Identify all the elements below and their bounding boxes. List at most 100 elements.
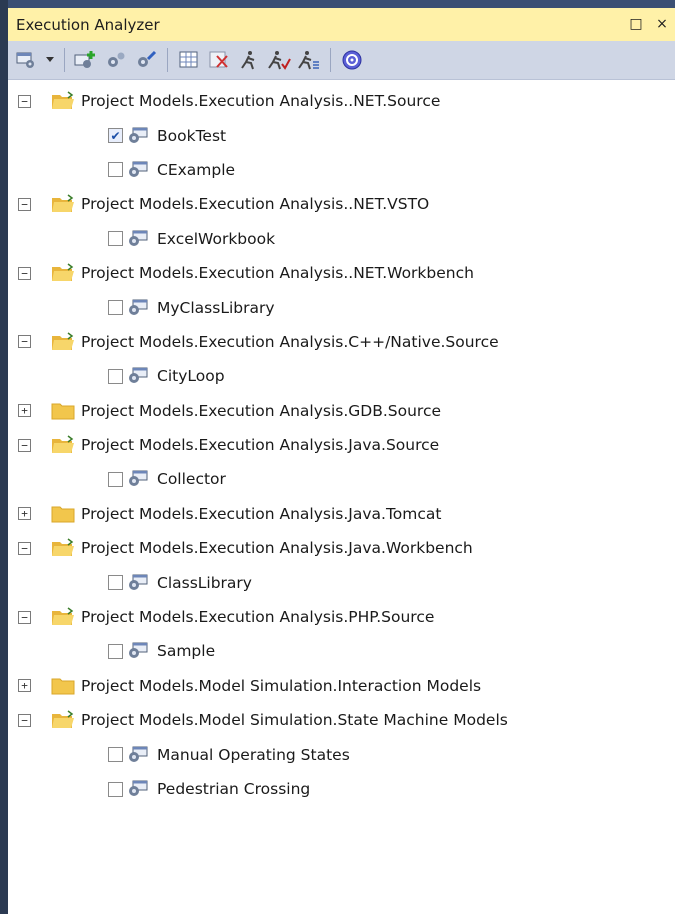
analyzer-grid-icon[interactable]	[176, 47, 202, 73]
tree-script-row[interactable]: ✔ BookTest	[8, 118, 675, 152]
script-checkbox[interactable]	[108, 300, 123, 316]
script-checkbox[interactable]	[108, 368, 123, 384]
script-checkbox[interactable]: ✔	[108, 128, 123, 144]
run-list-icon[interactable]	[296, 47, 322, 73]
tree-script-row[interactable]: Sample	[8, 634, 675, 668]
open-folder-icon	[51, 538, 75, 558]
open-folder-icon	[51, 91, 75, 111]
tree-item-label: Project Models.Execution Analysis..NET.V…	[81, 195, 430, 214]
tree-script-row[interactable]: Collector	[8, 462, 675, 496]
tree-item-label: BookTest	[157, 126, 227, 145]
panel-titlebar: Execution Analyzer □ ×	[8, 0, 675, 41]
script-checkbox[interactable]	[108, 747, 123, 763]
collapse-toggle[interactable]: −	[18, 713, 31, 727]
tree-item-label: Project Models.Execution Analysis..NET.W…	[81, 264, 474, 283]
tree-package-row[interactable]: + Project Models.Execution Analysis.GDB.S…	[8, 394, 675, 428]
tree-package-row[interactable]: − Project Models.Execution Analysis.C++/N…	[8, 325, 675, 359]
toolbar-separator	[167, 48, 168, 72]
collapse-toggle[interactable]: −	[18, 266, 31, 280]
open-folder-icon	[51, 263, 75, 283]
tree-script-row[interactable]: CExample	[8, 153, 675, 187]
tree-script-row[interactable]: ExcelWorkbook	[8, 222, 675, 256]
tree-script-row[interactable]: MyClassLibrary	[8, 290, 675, 324]
tree-item-label: Project Models.Execution Analysis.Java.T…	[81, 504, 442, 523]
analyzer-script-icon	[127, 780, 149, 798]
folder-icon	[51, 504, 75, 524]
analyzer-script-icon	[127, 642, 149, 660]
expand-toggle[interactable]: +	[18, 679, 31, 693]
collapse-toggle[interactable]: −	[18, 610, 31, 624]
open-folder-icon	[51, 332, 75, 352]
tree-package-row[interactable]: − Project Models.Execution Analysis.PHP.S…	[8, 600, 675, 634]
expand-toggle[interactable]: +	[18, 404, 31, 418]
script-checkbox[interactable]	[108, 781, 123, 797]
tree-item-label: ClassLibrary	[157, 573, 252, 592]
folder-icon	[51, 401, 75, 421]
tree-item-label: ExcelWorkbook	[157, 229, 276, 248]
collapse-toggle[interactable]: −	[18, 335, 31, 349]
analyzer-script-icon	[127, 574, 149, 592]
script-checkbox[interactable]	[108, 643, 123, 659]
open-folder-icon	[51, 435, 75, 455]
toolbar-separator	[64, 48, 65, 72]
open-folder-icon	[51, 710, 75, 730]
analyzer-script-icon	[127, 161, 149, 179]
expand-toggle[interactable]: +	[18, 507, 31, 521]
tree-item-label: CExample	[157, 160, 236, 179]
tree-script-row[interactable]: Pedestrian Crossing	[8, 772, 675, 806]
new-script-icon[interactable]	[73, 47, 99, 73]
execution-analyzer-panel: Execution Analyzer □ × − Project Models.…	[8, 0, 675, 914]
tree-package-row[interactable]: − Project Models.Execution Analysis.Java.…	[8, 428, 675, 462]
edit-script-icon[interactable]	[133, 47, 159, 73]
analyzer-script-icon	[127, 230, 149, 248]
delete-icon[interactable]	[206, 47, 232, 73]
dropdown-arrow-icon[interactable]	[44, 47, 56, 73]
tree-item-label: Collector	[157, 470, 226, 489]
collapse-toggle[interactable]: −	[18, 438, 31, 452]
tree-package-row[interactable]: − Project Models.Execution Analysis..NET.…	[8, 256, 675, 290]
tree-package-row[interactable]: − Project Models.Execution Analysis..NET.…	[8, 84, 675, 118]
analyzer-script-icon	[127, 746, 149, 764]
analyzer-script-icon	[127, 127, 149, 145]
tree-package-row[interactable]: + Project Models.Execution Analysis.Java.…	[8, 497, 675, 531]
collapse-toggle[interactable]: −	[18, 197, 31, 211]
folder-icon	[51, 676, 75, 696]
help-icon[interactable]	[339, 47, 365, 73]
tree-script-row[interactable]: ClassLibrary	[8, 565, 675, 599]
tree-item-label: Project Models.Execution Analysis.PHP.So…	[81, 608, 435, 627]
open-folder-icon	[51, 607, 75, 627]
collapse-toggle[interactable]: −	[18, 541, 31, 555]
tree-item-label: Project Models.Execution Analysis.Java.W…	[81, 539, 473, 558]
run-check-icon[interactable]	[266, 47, 292, 73]
tree-script-row[interactable]: CityLoop	[8, 359, 675, 393]
analyzer-script-icon	[127, 470, 149, 488]
tree-package-row[interactable]: − Project Models.Model Simulation.State M…	[8, 703, 675, 737]
tree-item-label: Project Models.Model Simulation.State Ma…	[81, 711, 508, 730]
script-checkbox[interactable]	[108, 471, 123, 487]
tree-package-row[interactable]: + Project Models.Model Simulation.Interac…	[8, 669, 675, 703]
collapse-toggle[interactable]: −	[18, 94, 31, 108]
tree-item-label: Project Models.Execution Analysis.C++/Na…	[81, 332, 499, 351]
tree-package-row[interactable]: − Project Models.Execution Analysis..NET.…	[8, 187, 675, 221]
script-checkbox[interactable]	[108, 162, 123, 178]
tree-script-row[interactable]: Manual Operating States	[8, 737, 675, 771]
title-buttons: □ ×	[627, 16, 671, 32]
toolbar	[8, 41, 675, 80]
script-checkbox[interactable]	[108, 575, 123, 591]
manage-scripts-icon[interactable]	[14, 47, 40, 73]
copy-script-icon[interactable]	[103, 47, 129, 73]
script-tree: − Project Models.Execution Analysis..NET.…	[8, 80, 675, 806]
tree-item-label: Sample	[157, 642, 216, 661]
open-folder-icon	[51, 194, 75, 214]
tree-item-label: Project Models.Execution Analysis.GDB.So…	[81, 401, 442, 420]
tree-package-row[interactable]: − Project Models.Execution Analysis.Java.…	[8, 531, 675, 565]
tree-item-label: Project Models.Execution Analysis..NET.S…	[81, 92, 441, 111]
tree-item-label: Manual Operating States	[157, 745, 350, 764]
script-checkbox[interactable]	[108, 231, 123, 247]
run-icon[interactable]	[236, 47, 262, 73]
analyzer-script-icon	[127, 299, 149, 317]
restore-button[interactable]: □	[627, 16, 645, 32]
tree-item-label: Project Models.Execution Analysis.Java.S…	[81, 436, 440, 455]
panel-title: Execution Analyzer	[16, 15, 160, 34]
close-button[interactable]: ×	[653, 16, 671, 32]
